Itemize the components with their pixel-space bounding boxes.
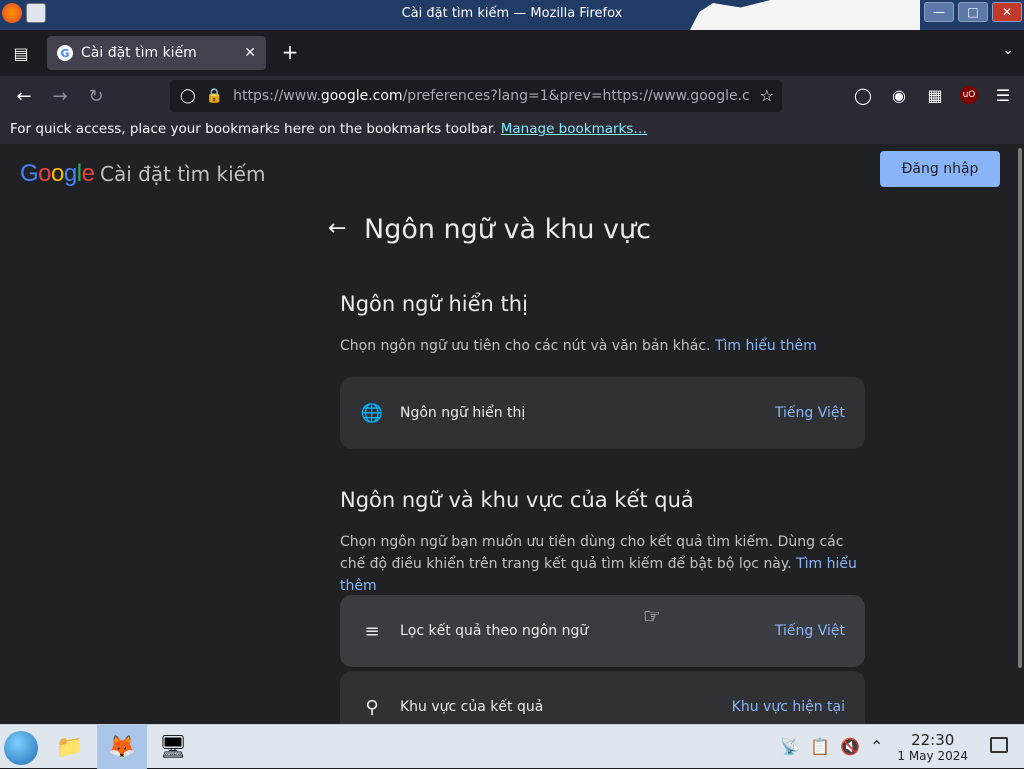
- tab-bar: ▤ G Cài đặt tìm kiếm ✕ + ⌄: [0, 30, 1024, 76]
- minimize-button[interactable]: —: [924, 2, 954, 22]
- system-settings-icon[interactable]: 🖥: [155, 729, 191, 765]
- url-path: /preferences?lang=1&prev=https://www.goo…: [402, 88, 750, 104]
- tab-search-settings[interactable]: G Cài đặt tìm kiếm ✕: [47, 36, 266, 70]
- chevron-down-icon[interactable]: ⌄: [1002, 42, 1014, 58]
- tab-label: Cài đặt tìm kiếm: [81, 45, 197, 61]
- display-language-row[interactable]: 🌐 Ngôn ngữ hiển thị Tiếng Việt: [340, 377, 865, 449]
- back-arrow-icon[interactable]: ←: [12, 84, 36, 108]
- google-favicon-icon: G: [57, 45, 73, 61]
- google-logo[interactable]: Google: [20, 160, 95, 188]
- logo-letter: g: [63, 160, 77, 187]
- firefox-taskbar-icon[interactable]: 🦊: [97, 725, 147, 769]
- description-text: Chọn ngôn ngữ bạn muốn ưu tiên dùng cho …: [340, 534, 844, 572]
- firefox-view-icon[interactable]: ▤: [10, 42, 32, 64]
- results-region-row[interactable]: ⚲ Khu vực của kết quả Khu vực hiện tại: [340, 671, 865, 724]
- display-language-heading: Ngôn ngữ hiển thị: [340, 292, 528, 316]
- bookmarks-hint: For quick access, place your bookmarks h…: [10, 121, 497, 137]
- clock-time: 22:30: [911, 731, 955, 749]
- display-language-description: Chọn ngôn ngữ ưu tiên cho các nút và văn…: [340, 335, 870, 357]
- logo-letter: o: [38, 160, 52, 187]
- extensions-icon[interactable]: ▦: [924, 84, 946, 106]
- region-search-icon: ⚲: [365, 696, 379, 718]
- volume-muted-icon[interactable]: 🔇: [840, 737, 860, 756]
- logo-letter: G: [20, 160, 39, 187]
- url-host-prefix: https://www.: [233, 88, 321, 104]
- window-title: Cài đặt tìm kiếm — Mozilla Firefox: [401, 6, 623, 21]
- start-menu-button[interactable]: [4, 731, 38, 765]
- file-manager-icon[interactable]: 📁: [52, 729, 88, 765]
- row-value: Tiếng Việt: [774, 405, 845, 421]
- logo-letter: o: [51, 160, 64, 187]
- row-label: Ngôn ngữ hiển thị: [400, 405, 526, 421]
- bookmarks-toolbar: For quick access, place your bookmarks h…: [0, 116, 1024, 144]
- maximize-button[interactable]: □: [958, 2, 988, 22]
- row-label: Khu vực của kết quả: [400, 699, 544, 715]
- filter-search-icon: ≡: [364, 620, 380, 642]
- account-icon[interactable]: ◉: [888, 84, 910, 106]
- logo-letter: e: [81, 160, 95, 187]
- results-language-heading: Ngôn ngữ và khu vực của kết quả: [340, 488, 694, 512]
- sign-in-button[interactable]: Đăng nhập: [880, 151, 1000, 187]
- network-icon[interactable]: 📡: [780, 737, 800, 756]
- filter-by-language-row[interactable]: ≡ Lọc kết quả theo ngôn ngữ Tiếng Việt: [340, 595, 865, 667]
- bookmark-star-icon[interactable]: ☆: [760, 86, 774, 105]
- manage-bookmarks-link[interactable]: Manage bookmarks…: [501, 121, 647, 137]
- clipboard-icon[interactable]: 📋: [810, 737, 830, 756]
- globe-icon: 🌐: [360, 402, 384, 424]
- close-button[interactable]: ✕: [992, 2, 1022, 22]
- taskbar: 📁 🦊 🖥 📡 📋 🔇 ⌃ 22:30 1 May 2024: [0, 724, 1024, 769]
- hand-cursor-icon: ☞: [643, 604, 661, 628]
- forward-arrow-icon[interactable]: →: [48, 84, 72, 108]
- learn-more-link[interactable]: Tìm hiểu thêm: [715, 338, 817, 354]
- window-titlebar: Cài đặt tìm kiếm — Mozilla Firefox — □ ✕: [0, 0, 1024, 30]
- navigation-bar: ← → ↻ ◯ 🔒 https://www. google.com/prefere…: [0, 76, 1024, 116]
- url-bar[interactable]: ◯ 🔒 https://www. google.com/preferences?l…: [170, 80, 782, 112]
- toolbar-right: ◯ ◉ ▦ uO ☰: [852, 84, 1014, 106]
- window-controls: — □ ✕: [924, 2, 1022, 22]
- tab-close-icon[interactable]: ✕: [244, 45, 256, 61]
- settings-title: Cài đặt tìm kiếm: [100, 162, 266, 186]
- lock-icon[interactable]: 🔒: [206, 88, 223, 104]
- reload-icon[interactable]: ↻: [84, 84, 108, 108]
- url-host: google.com: [320, 88, 403, 104]
- page-title: Ngôn ngữ và khu vực: [364, 214, 651, 245]
- ublock-origin-icon[interactable]: uO: [960, 86, 978, 104]
- show-desktop-icon[interactable]: [990, 737, 1008, 753]
- shield-icon[interactable]: ◯: [180, 88, 196, 104]
- row-value: Tiếng Việt: [774, 623, 845, 639]
- tray-expand-icon[interactable]: ⌃: [870, 737, 883, 756]
- results-language-description: Chọn ngôn ngữ bạn muốn ưu tiên dùng cho …: [340, 531, 870, 597]
- row-value: Khu vực hiện tại: [731, 699, 845, 715]
- pocket-icon[interactable]: ◯: [852, 84, 874, 106]
- description-text: Chọn ngôn ngữ ưu tiên cho các nút và văn…: [340, 338, 711, 354]
- clock-date: 1 May 2024: [897, 749, 968, 763]
- hamburger-menu-icon[interactable]: ☰: [992, 84, 1014, 106]
- scrollbar[interactable]: [1018, 148, 1022, 668]
- clock[interactable]: 22:30 1 May 2024: [897, 731, 968, 763]
- page-content: Google Cài đặt tìm kiếm Đăng nhập ← Ngôn…: [0, 144, 1024, 724]
- new-tab-button[interactable]: +: [278, 40, 302, 64]
- back-arrow-icon[interactable]: ←: [328, 216, 346, 241]
- row-label: Lọc kết quả theo ngôn ngữ: [400, 623, 589, 639]
